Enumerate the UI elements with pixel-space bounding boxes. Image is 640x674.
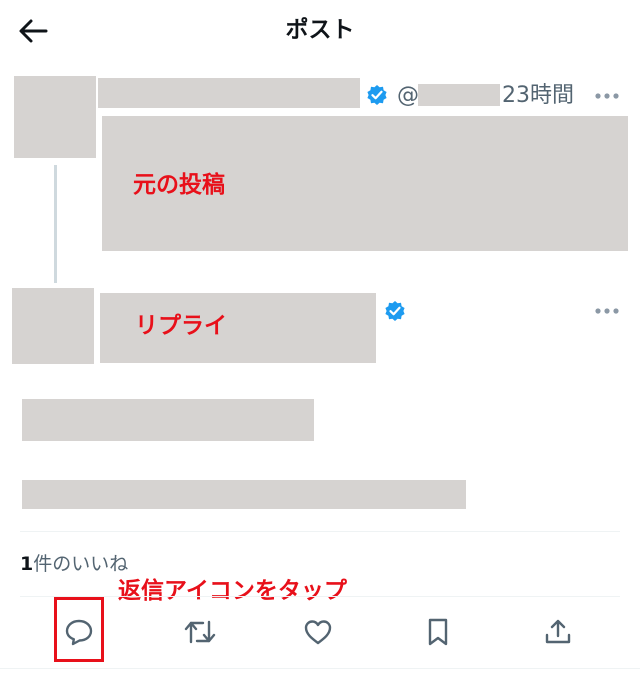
reply-label: リプライ: [135, 313, 227, 339]
likes-number: 1: [20, 553, 34, 575]
reply-text-line-1: [22, 399, 314, 441]
handle-prefix: @: [397, 83, 419, 108]
reply-highlight-box: [54, 597, 104, 662]
original-avatar[interactable]: [14, 76, 96, 158]
bookmark-icon: [428, 618, 448, 646]
like-button[interactable]: [298, 612, 338, 652]
handle-redacted: [418, 84, 500, 106]
original-display-name[interactable]: [98, 78, 360, 108]
thread-line: [54, 165, 57, 283]
bottom-divider: [0, 668, 640, 669]
repost-button[interactable]: [180, 612, 220, 652]
annotation-text: 返信アイコンをタップ: [118, 578, 347, 604]
page-title: ポスト: [285, 17, 355, 43]
share-icon: [545, 619, 571, 644]
more-icon[interactable]: [594, 307, 620, 315]
divider: [20, 531, 620, 532]
divider: [20, 596, 620, 597]
likes-label: 件のいいね: [33, 553, 129, 575]
more-icon[interactable]: [594, 92, 620, 100]
post-time: 23時間: [502, 83, 574, 108]
reply-avatar[interactable]: [12, 288, 94, 364]
verified-badge-icon: [385, 301, 405, 321]
reply-text-line-2: [22, 480, 466, 509]
bookmark-button[interactable]: [418, 612, 458, 652]
share-button[interactable]: [538, 612, 578, 652]
original-post-label: 元の投稿: [133, 172, 225, 198]
likes-count[interactable]: 1件のいいね: [20, 551, 128, 577]
like-icon: [304, 620, 332, 645]
verified-badge-icon: [367, 85, 387, 105]
repost-icon: [184, 620, 216, 644]
